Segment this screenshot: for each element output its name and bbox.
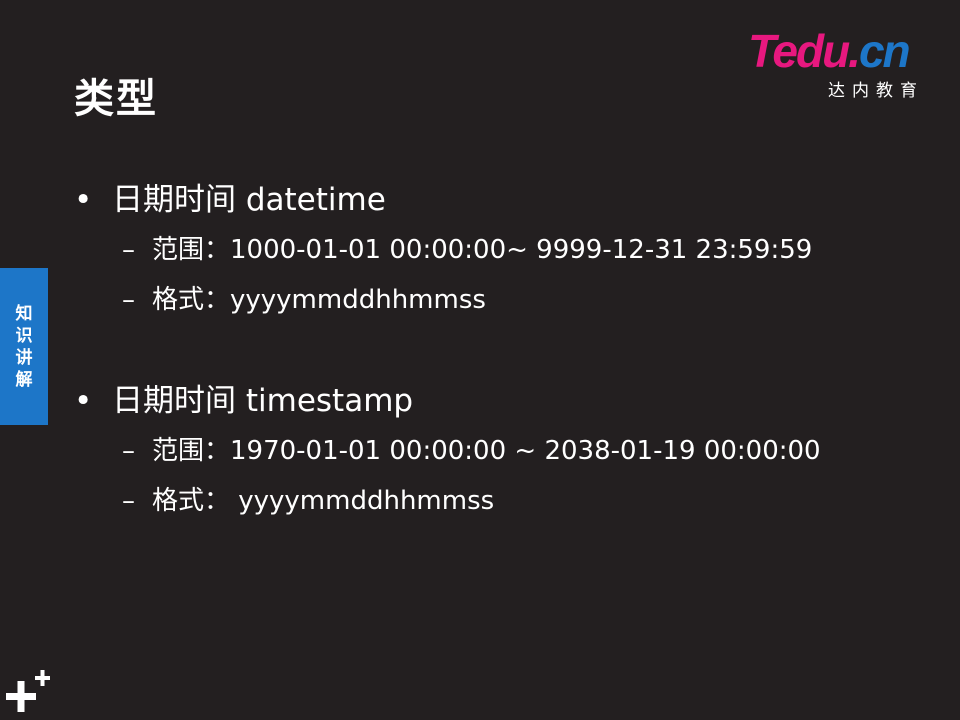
bullet-heading: 日期时间 timestamp [112, 383, 414, 419]
sub-dash: – [122, 235, 135, 265]
sub-text: 格式： yyyymmddhhmmss [152, 486, 495, 516]
plus-icon [6, 670, 50, 712]
sub-item-datetime-format: – 格式：yyyymmddhhmmss [122, 283, 486, 317]
side-tab-char: 识 [15, 325, 33, 346]
sub-dash: – [122, 436, 135, 466]
sub-item-datetime-range: – 范围：1000-01-01 00:00:00~ 9999-12-31 23:5… [122, 233, 812, 267]
side-tab-char: 解 [15, 369, 33, 390]
sub-text: 范围：1970-01-01 00:00:00 ~ 2038-01-19 00:0… [152, 436, 821, 466]
bullet-timestamp: • 日期时间 timestamp [74, 381, 413, 421]
sub-text: 格式：yyyymmddhhmmss [152, 285, 486, 315]
sub-dash: – [122, 486, 135, 516]
side-tab-char: 知 [15, 303, 33, 324]
side-tab-knowledge: 知 识 讲 解 [0, 268, 48, 425]
sub-text: 范围：1000-01-01 00:00:00~ 9999-12-31 23:59… [152, 235, 813, 265]
bullet-dot: • [74, 383, 93, 419]
tedu-logo: Tedu.cn 达内教育 [748, 25, 938, 101]
bullet-datetime: • 日期时间 datetime [74, 180, 386, 220]
bullet-dot: • [74, 182, 93, 218]
bullet-heading: 日期时间 datetime [112, 182, 386, 218]
sub-item-timestamp-range: – 范围：1970-01-01 00:00:00 ~ 2038-01-19 00:… [122, 434, 821, 468]
sub-item-timestamp-format: – 格式： yyyymmddhhmmss [122, 484, 494, 518]
logo-subtitle: 达内教育 [828, 81, 924, 101]
slide-title: 类型 [74, 76, 158, 122]
sub-dash: – [122, 285, 135, 315]
logo-wordmark: Tedu.cn [748, 25, 911, 77]
side-tab-char: 讲 [15, 347, 33, 368]
